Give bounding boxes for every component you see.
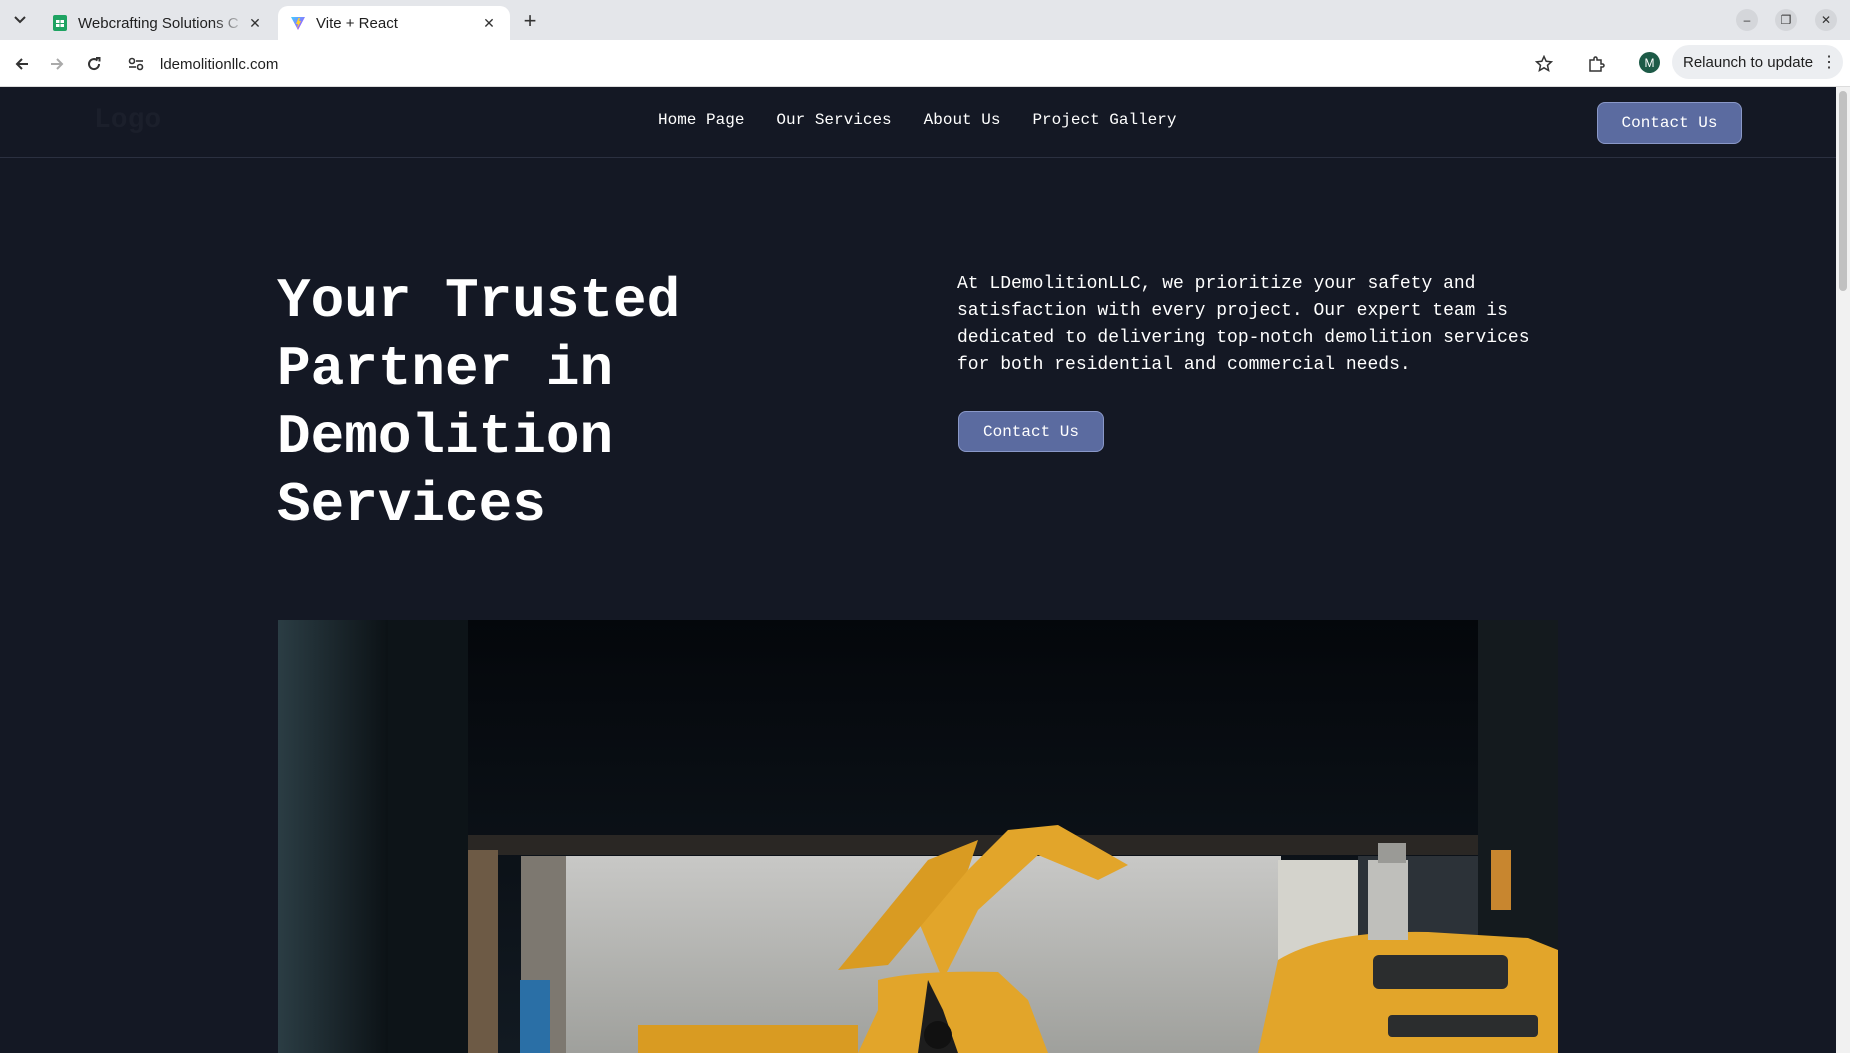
browser-tab-webcrafting[interactable]: Webcrafting Solutions C ✕ xyxy=(40,6,276,40)
web-page: Logo Home Page Our Services About Us Pro… xyxy=(0,87,1836,1053)
relaunch-to-update-button[interactable]: Relaunch to update ⋮ xyxy=(1672,45,1843,79)
close-tab-icon[interactable]: ✕ xyxy=(246,14,264,32)
address-bar[interactable]: ldemolitionllc.com xyxy=(120,48,1520,80)
restore-window-icon[interactable]: ❐ xyxy=(1775,9,1797,31)
relaunch-label: Relaunch to update xyxy=(1683,53,1814,71)
sheets-icon xyxy=(52,15,68,31)
nav-links: Home Page Our Services About Us Project … xyxy=(658,111,1176,129)
tab-title: Vite + React xyxy=(316,14,398,32)
url-text[interactable]: ldemolitionllc.com xyxy=(160,56,278,73)
hero-title: Your Trusted Partner in Demolition Servi… xyxy=(277,269,681,537)
profile-avatar[interactable]: M xyxy=(1639,52,1660,73)
browser-tabstrip: Webcrafting Solutions C ✕ Vite + React ✕… xyxy=(0,0,1850,40)
forward-arrow-icon[interactable] xyxy=(45,52,69,76)
minimize-window-icon[interactable]: – xyxy=(1736,9,1758,31)
page-scrollbar[interactable] xyxy=(1836,87,1850,1053)
site-logo[interactable]: Logo xyxy=(94,105,161,136)
nav-link-our-services[interactable]: Our Services xyxy=(776,111,891,129)
close-tab-icon[interactable]: ✕ xyxy=(480,14,498,32)
nav-link-project-gallery[interactable]: Project Gallery xyxy=(1032,111,1176,129)
site-navbar: Logo Home Page Our Services About Us Pro… xyxy=(0,87,1836,158)
reload-icon[interactable] xyxy=(82,52,106,76)
hero-excavator-image xyxy=(278,620,1558,1053)
nav-link-home-page[interactable]: Home Page xyxy=(658,111,744,129)
browser-toolbar: ldemolitionllc.com xyxy=(0,40,1850,87)
tab-search-chevron-icon[interactable] xyxy=(7,8,33,32)
extensions-puzzle-icon[interactable] xyxy=(1584,52,1608,76)
close-window-icon[interactable]: ✕ xyxy=(1815,9,1837,31)
bookmark-star-icon[interactable] xyxy=(1532,52,1556,76)
back-arrow-icon[interactable] xyxy=(10,52,34,76)
vite-icon xyxy=(290,15,306,31)
nav-link-about-us[interactable]: About Us xyxy=(924,111,1001,129)
browser-tab-vite-react[interactable]: Vite + React ✕ xyxy=(278,6,510,40)
scrollbar-thumb[interactable] xyxy=(1839,91,1847,291)
hero-description: At LDemolitionLLC, we prioritize your sa… xyxy=(957,274,1530,375)
more-menu-icon: ⋮ xyxy=(1821,54,1837,71)
tab-title: Webcrafting Solutions C xyxy=(78,14,239,32)
site-settings-icon[interactable] xyxy=(124,52,148,76)
nav-contact-us-button[interactable]: Contact Us xyxy=(1597,102,1742,144)
new-tab-plus-icon[interactable]: + xyxy=(518,8,542,33)
hero-contact-us-button[interactable]: Contact Us xyxy=(958,411,1104,452)
